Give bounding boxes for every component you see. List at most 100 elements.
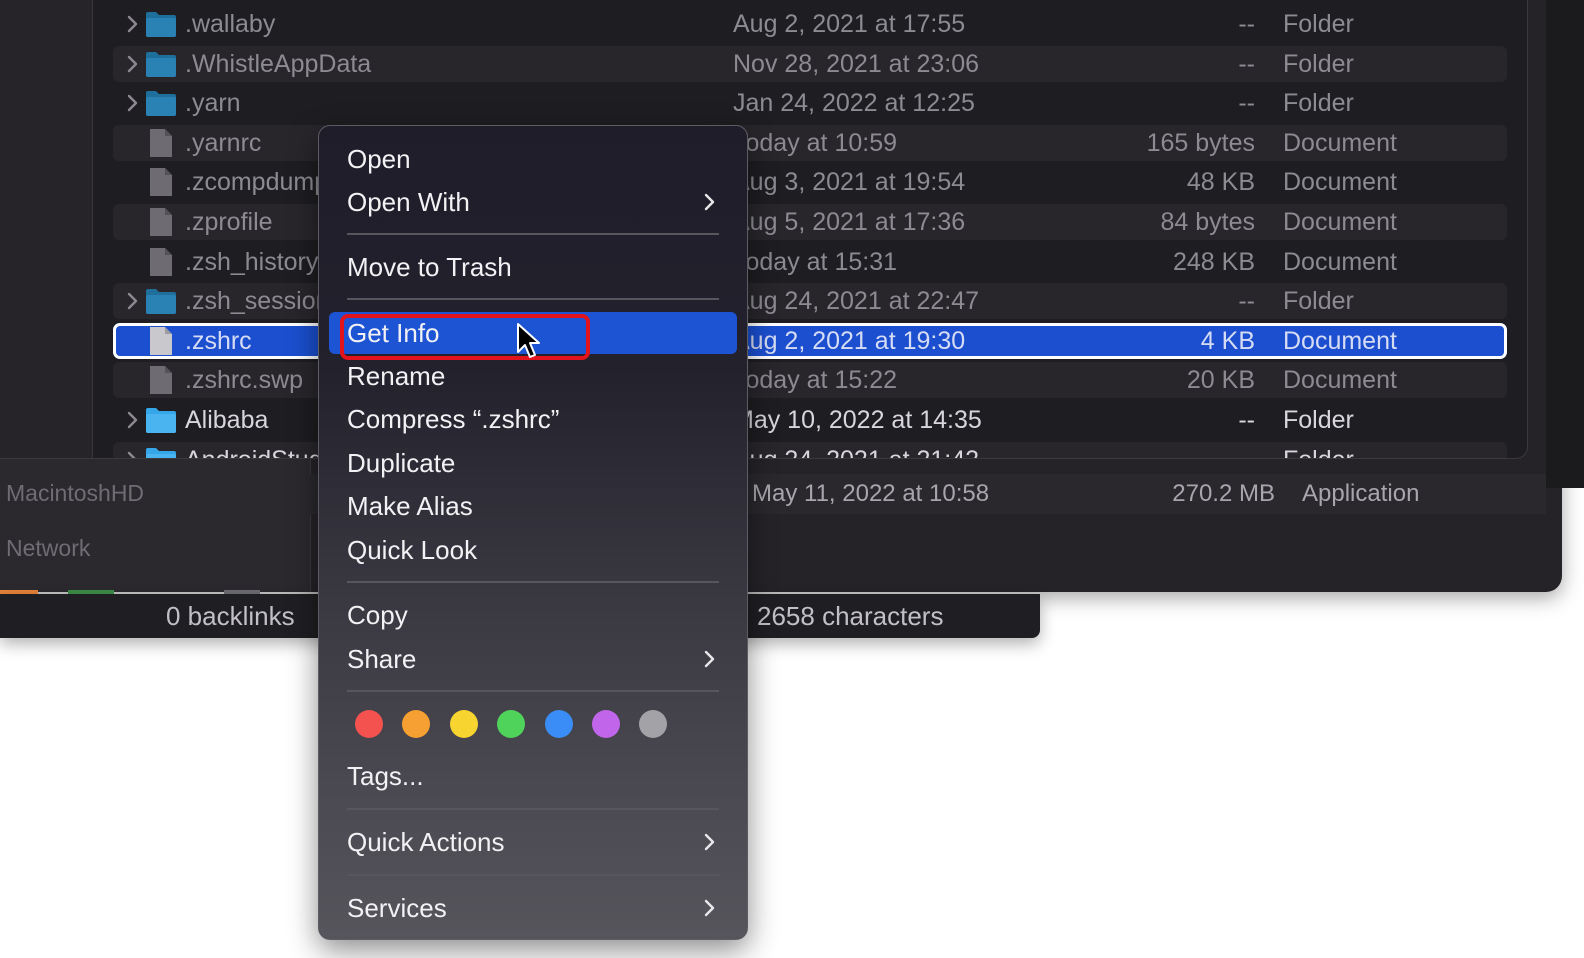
menu-item-services[interactable]: Services	[329, 887, 737, 929]
background-row-size: 270.2 MB	[1172, 480, 1275, 507]
menu-separator	[347, 581, 719, 583]
menu-item-share[interactable]: Share	[329, 638, 737, 680]
menu-item-label: Quick Look	[347, 535, 478, 565]
mouse-pointer-icon	[517, 323, 540, 358]
file-kind: Folder	[1283, 10, 1354, 38]
menu-item-move-to-trash[interactable]: Move to Trash	[329, 246, 737, 288]
annotation-highlight-box	[340, 314, 590, 360]
tag-color-gray[interactable]	[639, 710, 668, 738]
menu-separator	[347, 874, 719, 876]
submenu-chevron-icon	[704, 833, 715, 851]
sidebar-item-network[interactable]: Network	[6, 535, 90, 562]
menu-item-label: Share	[347, 644, 417, 674]
file-kind: Document	[1283, 168, 1397, 197]
disclosure-chevron-icon[interactable]	[123, 411, 141, 429]
document-icon	[150, 168, 172, 197]
tag-color-red[interactable]	[355, 710, 383, 738]
finder-sidebar	[0, 0, 93, 458]
file-date-modified: Aug 2, 2021 at 17:55	[733, 10, 966, 38]
background-row-date: May 11, 2022 at 10:58	[752, 480, 990, 507]
tag-color-green[interactable]	[497, 710, 526, 738]
file-size: --	[1238, 406, 1255, 434]
menu-item-open-with[interactable]: Open With	[329, 181, 737, 223]
file-kind: Document	[1283, 326, 1397, 355]
disclosure-chevron-icon[interactable]	[123, 292, 141, 310]
document-icon	[150, 366, 172, 395]
file-size: --	[1238, 10, 1255, 38]
file-size: --	[1238, 49, 1255, 78]
folder-icon	[146, 12, 176, 37]
menu-item-compress[interactable]: Compress “.zshrc”	[329, 398, 737, 440]
file-name: .zsh_history	[185, 247, 319, 276]
file-size: --	[1238, 287, 1255, 316]
file-kind: Document	[1283, 366, 1397, 395]
file-size: 248 KB	[1172, 247, 1255, 276]
file-kind: Folder	[1283, 287, 1354, 316]
file-size: 84 bytes	[1160, 208, 1255, 236]
tag-color-blue[interactable]	[544, 710, 573, 738]
sidebar-item-macintoshhd[interactable]: MacintoshHD	[6, 480, 144, 507]
disclosure-chevron-icon[interactable]	[123, 94, 141, 112]
file-date-modified: Aug 3, 2021 at 19:54	[733, 168, 966, 197]
menu-item-label: Copy	[347, 600, 408, 630]
file-kind: Document	[1283, 208, 1397, 236]
finder-window: .wallaby Aug 2, 2021 at 17:55 -- Folder .Whi…	[0, 0, 1528, 459]
file-list: .wallaby Aug 2, 2021 at 17:55 -- Folder .Whi…	[93, 0, 1527, 458]
file-row[interactable]: .WhistleAppData Nov 28, 2021 at 23:06 -- Fo…	[113, 45, 1507, 82]
menu-item-label: Tags...	[347, 761, 424, 791]
disclosure-chevron-icon[interactable]	[123, 15, 141, 33]
menu-item-quick-actions[interactable]: Quick Actions	[329, 821, 737, 863]
menu-item-quick-look[interactable]: Quick Look	[329, 529, 737, 571]
menu-item-label: Rename	[347, 361, 446, 391]
file-kind: Folder	[1283, 442, 1354, 458]
file-date-modified: Aug 24, 2021 at 22:47	[733, 287, 980, 316]
menu-separator	[347, 690, 719, 692]
file-date-modified: Nov 28, 2021 at 23:06	[733, 49, 980, 78]
menu-item-tags[interactable]: Tags...	[329, 755, 737, 797]
file-size: 4 KB	[1200, 326, 1255, 355]
tag-color-orange[interactable]	[402, 710, 431, 738]
file-name: .zcompdump	[185, 168, 329, 197]
menu-item-label: Services	[347, 893, 447, 923]
file-date-modified: Aug 24, 2021 at 21:42	[733, 442, 979, 458]
menu-item-copy[interactable]: Copy	[329, 594, 737, 636]
background-window-edge	[1546, 0, 1584, 488]
file-size: 20 KB	[1186, 366, 1255, 395]
character-count: 2658 characters	[757, 601, 944, 631]
file-size: --	[1238, 89, 1255, 118]
menu-item-make-alias[interactable]: Make Alias	[329, 485, 737, 527]
menu-separator	[347, 808, 719, 810]
file-row[interactable]: .wallaby Aug 2, 2021 at 17:55 -- Folder	[113, 6, 1507, 42]
document-icon	[150, 128, 172, 157]
file-name: .zshrc.swp	[185, 366, 304, 395]
menu-item-label: Open With	[347, 187, 470, 217]
file-name: .zprofile	[185, 208, 273, 236]
folder-icon	[146, 289, 176, 315]
file-name: .yarnrc	[185, 128, 262, 157]
submenu-chevron-icon	[704, 650, 715, 668]
submenu-chevron-icon	[704, 899, 715, 917]
context-menu: Open Open With Move to Trash Get Info Rename…	[318, 125, 748, 940]
folder-icon	[146, 408, 176, 433]
menu-item-label: Compress “.zshrc”	[347, 404, 560, 434]
menu-item-duplicate[interactable]: Duplicate	[329, 442, 737, 484]
folder-icon	[146, 51, 176, 77]
menu-item-open[interactable]: Open	[329, 138, 737, 180]
menu-item-label: Move to Trash	[347, 252, 512, 282]
file-name: .yarn	[185, 89, 241, 118]
file-date-modified: Aug 5, 2021 at 17:36	[733, 208, 966, 236]
menu-item-rename[interactable]: Rename	[329, 355, 737, 397]
file-kind: Folder	[1283, 49, 1354, 78]
file-date-modified: May 10, 2022 at 14:35	[733, 406, 982, 434]
document-icon	[150, 247, 172, 276]
file-size: 48 KB	[1186, 168, 1255, 197]
disclosure-chevron-icon[interactable]	[123, 55, 141, 73]
backlinks-count[interactable]: 0 backlinks	[166, 594, 295, 638]
folder-icon	[146, 91, 176, 117]
file-row[interactable]: .yarn Jan 24, 2022 at 12:25 -- Folder	[113, 85, 1507, 121]
file-date-modified: Jan 24, 2022 at 12:25	[733, 89, 975, 118]
tag-color-yellow[interactable]	[449, 710, 478, 738]
tag-color-purple[interactable]	[592, 710, 620, 738]
disclosure-chevron-icon[interactable]	[123, 451, 141, 458]
background-sidebar: MacintoshHD Network	[0, 458, 311, 592]
